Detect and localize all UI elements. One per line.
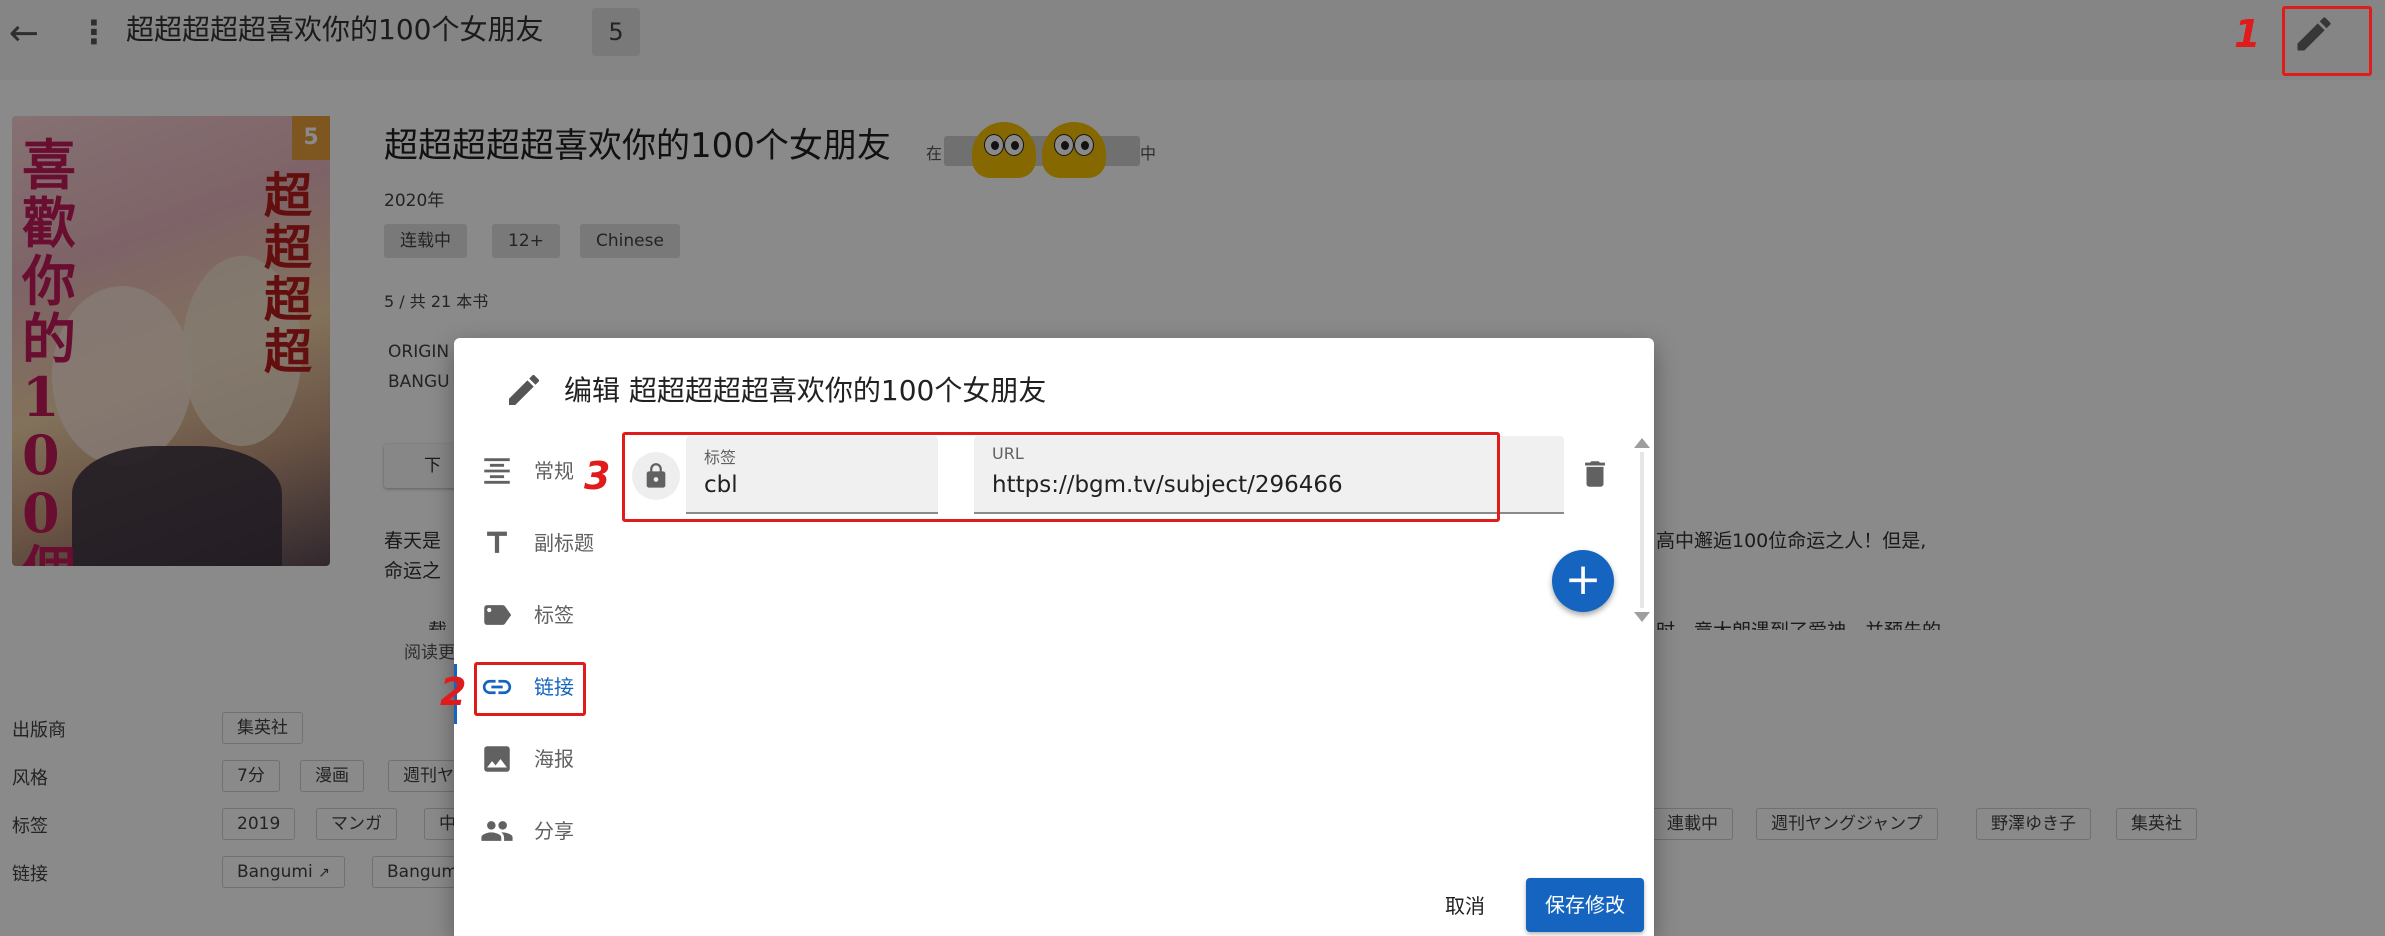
tab-tags[interactable]: 标签 — [480, 590, 610, 640]
annotation-number: 3 — [584, 454, 611, 498]
annotation-box — [622, 432, 1500, 522]
annotation-box — [474, 662, 586, 716]
tab-label: 常规 — [534, 459, 574, 483]
tab-subtitle[interactable]: 副标题 — [480, 518, 610, 568]
save-changes-button[interactable]: 保存修改 — [1526, 878, 1644, 932]
scroll-down-arrow-icon[interactable] — [1634, 612, 1650, 622]
trash-icon[interactable] — [1578, 454, 1612, 494]
pencil-icon — [509, 374, 540, 405]
tab-poster[interactable]: 海报 — [480, 734, 610, 784]
scroll-up-arrow-icon[interactable] — [1634, 438, 1650, 448]
text-t-icon — [487, 531, 507, 553]
cancel-button[interactable]: 取消 — [1424, 880, 1506, 932]
annotation-number: 2 — [440, 670, 467, 714]
tab-label: 分享 — [534, 819, 574, 843]
align-center-icon — [484, 458, 510, 484]
image-icon — [484, 746, 510, 772]
tab-sharing[interactable]: 分享 — [480, 806, 610, 856]
add-link-button[interactable]: + — [1552, 550, 1614, 612]
tab-label: 标签 — [534, 603, 574, 627]
annotation-box — [2282, 6, 2372, 76]
tab-label: 副标题 — [534, 531, 594, 555]
tags-icon — [484, 605, 512, 625]
scrollbar[interactable] — [1640, 452, 1644, 608]
dialog-title: 编辑 超超超超超喜欢你的100个女朋友 — [564, 374, 1047, 407]
annotation-number: 1 — [2234, 12, 2261, 56]
people-icon — [481, 821, 513, 841]
edit-series-dialog: 编辑 超超超超超喜欢你的100个女朋友 — [454, 338, 1654, 936]
tab-label: 海报 — [534, 747, 574, 771]
